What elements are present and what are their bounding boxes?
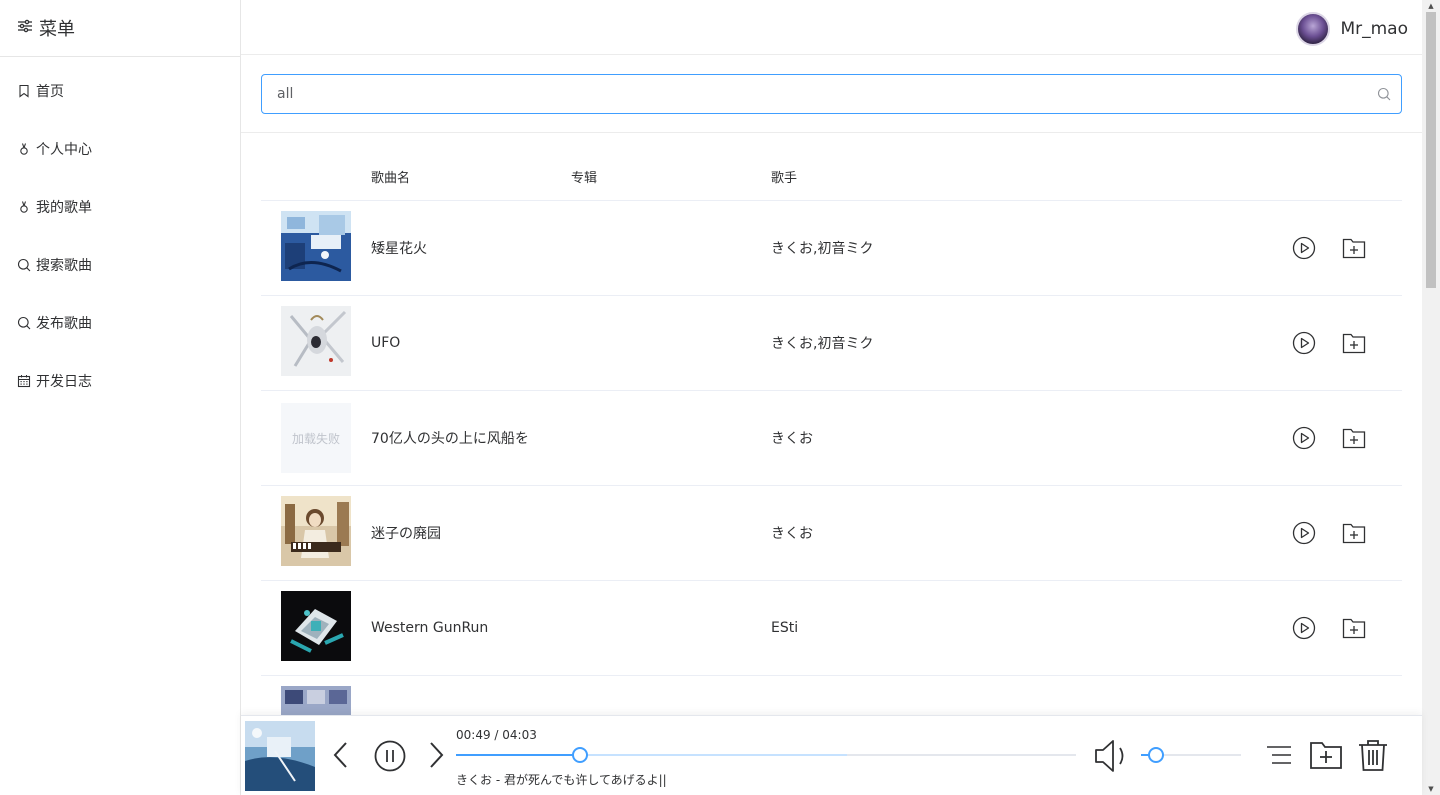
table-row: 迷子の廃园 きくお (261, 486, 1402, 581)
sidebar-item-label: 搜索歌曲 (36, 258, 92, 274)
row-actions (1267, 486, 1367, 580)
song-artist: きくお (771, 526, 813, 542)
song-artist: きくお (771, 431, 813, 447)
song-name[interactable]: 矮星花火 (371, 238, 571, 258)
scroll-thumb[interactable] (1426, 12, 1436, 288)
search-icon[interactable] (1367, 87, 1401, 101)
row-actions (1267, 296, 1367, 390)
sidebar-item-profile[interactable]: 个人中心 (0, 120, 240, 178)
table-row: UFO きくお,初音ミク (261, 296, 1402, 391)
folder-add-icon[interactable] (1341, 425, 1367, 451)
search-icon (17, 258, 31, 272)
sidebar-header: 菜单 (0, 0, 240, 57)
sliders-icon (17, 18, 39, 39)
search-area (241, 55, 1422, 133)
music-player: 00:49 / 04:03 きくお - 君が死んでも许してあげるよ|| (241, 715, 1422, 795)
progress-played (456, 754, 580, 756)
avatar[interactable] (1296, 12, 1331, 46)
song-name[interactable]: 70亿人の头の上に风船を (371, 428, 571, 448)
scroll-up-arrow-icon[interactable]: ▲ (1422, 0, 1440, 12)
progress-slider[interactable] (456, 747, 1076, 763)
scroll-down-arrow-icon[interactable]: ▼ (1422, 783, 1440, 795)
sidebar: 菜单 首页 个人中心 我的歌单 搜索歌曲 发布歌曲 开发日志 (0, 0, 241, 795)
next-icon[interactable] (426, 740, 446, 774)
artist-column-header: 歌手 (771, 171, 798, 186)
song-artist: きくお,初音ミク (771, 336, 874, 352)
sidebar-item-search-songs[interactable]: 搜索歌曲 (0, 236, 240, 294)
now-playing-lyric: きくお - 君が死んでも许してあげるよ|| (456, 773, 667, 787)
page-scrollbar[interactable]: ▲ ▼ (1422, 0, 1440, 795)
folder-add-icon[interactable] (1309, 740, 1343, 774)
album-cover (281, 496, 351, 566)
playlist-icon[interactable] (1266, 744, 1292, 770)
trash-icon[interactable] (1357, 738, 1389, 776)
search-icon (17, 316, 31, 330)
volume-slider[interactable] (1141, 747, 1241, 763)
bookmark-icon (17, 84, 31, 98)
progress-handle[interactable] (572, 747, 588, 763)
sidebar-item-publish-song[interactable]: 发布歌曲 (0, 294, 240, 352)
album-cover (281, 211, 351, 281)
song-name[interactable]: Western GunRun (371, 620, 571, 636)
sidebar-item-label: 首页 (36, 84, 64, 100)
folder-add-icon[interactable] (1341, 235, 1367, 261)
album-cover (281, 591, 351, 661)
menu-list: 首页 个人中心 我的歌单 搜索歌曲 发布歌曲 开发日志 (0, 57, 240, 410)
name-column-header: 歌曲名 (371, 171, 411, 186)
folder-add-icon[interactable] (1341, 520, 1367, 546)
row-actions (1267, 581, 1367, 675)
row-actions (1267, 391, 1367, 485)
song-name[interactable]: UFO (371, 335, 571, 351)
song-name[interactable]: 迷子の廃园 (371, 523, 571, 543)
album-column-header: 专辑 (571, 171, 598, 186)
row-actions (1267, 201, 1367, 295)
volume-handle[interactable] (1148, 747, 1164, 763)
play-icon[interactable] (1291, 425, 1317, 451)
sidebar-item-dev-log[interactable]: 开发日志 (0, 352, 240, 410)
playback-time: 00:49 / 04:03 (456, 728, 537, 742)
play-icon[interactable] (1291, 520, 1317, 546)
table-row: 矮星花火 きくお,初音ミク (261, 201, 1402, 296)
song-artist: ESti (771, 620, 799, 636)
sidebar-item-label: 我的歌单 (36, 200, 92, 216)
username[interactable]: Mr_mao (1340, 19, 1408, 39)
song-artist: きくお,初音ミク (771, 241, 874, 257)
search-box (261, 74, 1402, 114)
now-playing-cover (245, 721, 315, 791)
sidebar-item-label: 发布歌曲 (36, 316, 92, 332)
play-icon[interactable] (1291, 330, 1317, 356)
user-icon (17, 200, 31, 214)
sidebar-item-label: 个人中心 (36, 142, 92, 158)
table-row: Western GunRun ESti (261, 581, 1402, 676)
folder-add-icon[interactable] (1341, 615, 1367, 641)
song-table: 歌曲名 专辑 歌手 矮星花火 きくお,初音ミク UFO きくお,初音ミク 加载失… (261, 153, 1402, 771)
table-header: 歌曲名 专辑 歌手 (261, 153, 1402, 201)
sidebar-item-home[interactable]: 首页 (0, 62, 240, 120)
user-menu[interactable]: Mr_mao (1296, 12, 1408, 46)
pause-icon[interactable] (374, 740, 406, 776)
play-icon[interactable] (1291, 615, 1317, 641)
calendar-icon (17, 374, 31, 388)
table-row: 加载失败 70亿人の头の上に风船を きくお (261, 391, 1402, 486)
folder-add-icon[interactable] (1341, 330, 1367, 356)
album-cover (281, 306, 351, 376)
play-icon[interactable] (1291, 235, 1317, 261)
top-header: Mr_mao (241, 0, 1422, 55)
search-input[interactable] (277, 86, 1367, 102)
sidebar-title: 菜单 (39, 19, 75, 40)
volume-icon[interactable] (1093, 738, 1131, 778)
sidebar-item-label: 开发日志 (36, 374, 92, 390)
sidebar-item-my-playlists[interactable]: 我的歌单 (0, 178, 240, 236)
previous-icon[interactable] (331, 740, 351, 774)
album-cover-placeholder: 加载失败 (281, 403, 351, 473)
user-icon (17, 142, 31, 156)
